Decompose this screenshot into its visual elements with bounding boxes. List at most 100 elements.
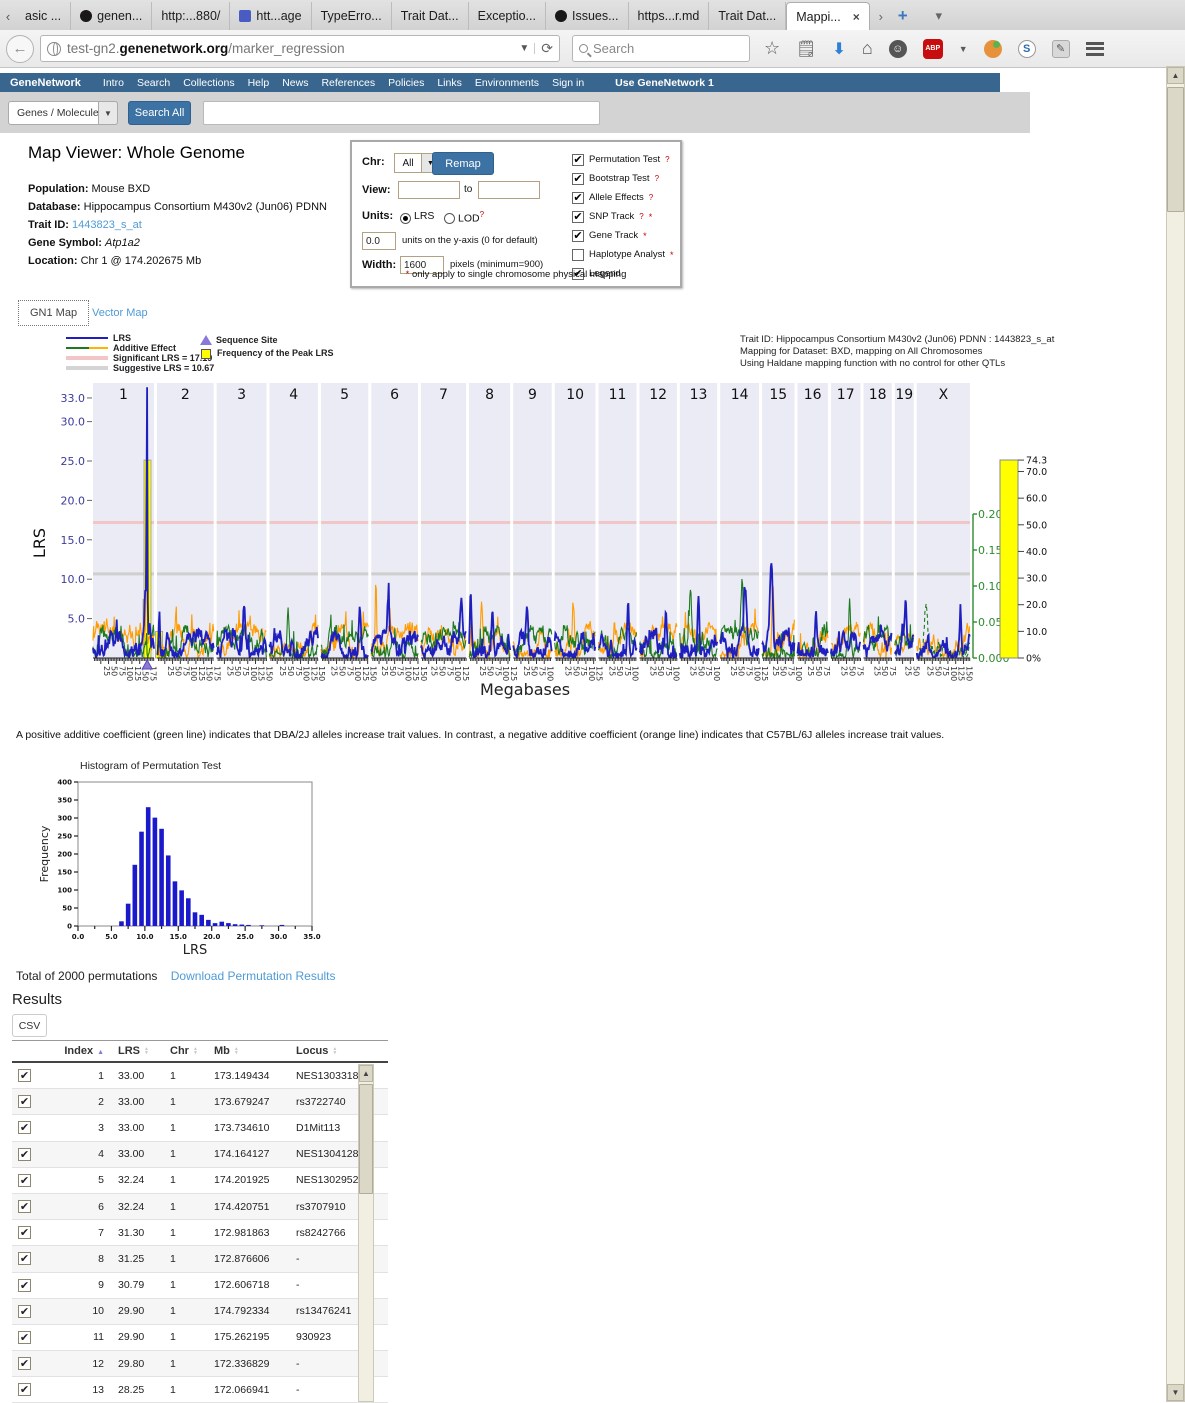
nav-item-intro[interactable]: Intro — [103, 77, 124, 89]
menu-icon[interactable] — [1086, 42, 1104, 56]
row-checkbox[interactable]: ✔ — [18, 1331, 31, 1344]
svg-text:LRS: LRS — [183, 943, 208, 958]
mapping-option-haplotype-analyst[interactable]: Haplotype Analyst* — [572, 245, 674, 264]
window-scroll-up-icon[interactable]: ▲ — [1167, 67, 1184, 84]
checkbox-icon[interactable]: ✔ — [572, 230, 584, 242]
tab-close-icon[interactable]: × — [853, 10, 860, 24]
row-checkbox[interactable]: ✔ — [18, 1069, 31, 1082]
back-button[interactable]: ← — [6, 35, 34, 63]
browser-tab[interactable]: https...r.md — [629, 2, 710, 30]
column-header-lrs[interactable]: LRS▲▼ — [104, 1045, 162, 1057]
checkbox-icon[interactable]: ✔ — [572, 192, 584, 204]
window-scrollbar[interactable]: ▲ ▼ — [1166, 66, 1185, 1402]
browser-tab[interactable]: Issues... — [546, 2, 629, 30]
y-units-input[interactable]: 0.0 — [362, 232, 396, 250]
addon-s-icon[interactable]: S — [1018, 40, 1036, 58]
remap-button[interactable]: Remap — [432, 152, 494, 175]
checkbox-icon[interactable] — [572, 249, 584, 261]
mapping-option-snp-track[interactable]: ✔SNP Track?* — [572, 207, 674, 226]
table-scroll-up-icon[interactable]: ▲ — [359, 1065, 373, 1082]
reload-icon[interactable]: ⟳ — [535, 40, 553, 57]
cell: 5 — [52, 1174, 104, 1186]
genome-scan-chart[interactable]: 5.010.015.020.025.030.033.0LRS1255075100… — [25, 373, 1085, 708]
row-checkbox[interactable]: ✔ — [18, 1174, 31, 1187]
browser-tab[interactable]: asic ... — [16, 2, 71, 30]
site-search-input[interactable] — [203, 101, 600, 125]
window-scrollbar-thumb[interactable] — [1167, 87, 1184, 212]
view-start-input[interactable] — [398, 181, 460, 199]
trait-id-link[interactable]: 1443823_s_at — [72, 219, 142, 231]
row-checkbox[interactable]: ✔ — [18, 1095, 31, 1108]
site-identity-icon[interactable] — [47, 42, 61, 56]
view-end-input[interactable] — [478, 181, 540, 199]
units-lod-radio[interactable]: LOD? — [444, 210, 484, 225]
table-scrollbar[interactable]: ▲ — [358, 1064, 374, 1402]
window-scroll-down-icon[interactable]: ▼ — [1167, 1384, 1184, 1401]
bookmarks-menu-icon[interactable]: 🗒 — [796, 39, 816, 59]
row-checkbox[interactable]: ✔ — [18, 1279, 31, 1292]
column-header-index[interactable]: Index▲ — [52, 1045, 104, 1057]
checkbox-icon[interactable]: ✔ — [572, 211, 584, 223]
nav-item-search[interactable]: Search — [137, 77, 170, 89]
checkbox-icon[interactable]: ✔ — [572, 154, 584, 166]
mapping-option-bootstrap-test[interactable]: ✔Bootstrap Test? — [572, 169, 674, 188]
tab-scroll-left-icon[interactable]: ‹ — [0, 2, 16, 30]
row-checkbox[interactable]: ✔ — [18, 1121, 31, 1134]
edit-addon-icon[interactable]: ✎ — [1052, 40, 1070, 58]
svg-text:10.0: 10.0 — [61, 573, 86, 586]
browser-tab[interactable]: Exceptio... — [469, 2, 546, 30]
tab-vector-map[interactable]: Vector Map — [92, 307, 148, 319]
list-all-tabs-icon[interactable]: ▾ — [928, 2, 950, 30]
browser-tab[interactable]: Trait Dat... — [709, 2, 786, 30]
row-checkbox[interactable]: ✔ — [18, 1200, 31, 1213]
url-dropdown-icon[interactable]: ▼ — [514, 43, 535, 54]
home-icon[interactable]: ⌂ — [862, 38, 873, 59]
tab-scroll-right-icon[interactable]: › — [870, 2, 892, 30]
downloads-icon[interactable]: ⬇ — [832, 39, 845, 59]
column-header-locus[interactable]: Locus▲▼ — [296, 1045, 372, 1057]
adblock-caret-icon[interactable]: ▼ — [959, 44, 968, 54]
row-checkbox[interactable]: ✔ — [18, 1383, 31, 1396]
row-checkbox[interactable]: ✔ — [18, 1252, 31, 1265]
checkbox-icon[interactable]: ✔ — [572, 173, 584, 185]
search-all-button[interactable]: Search All — [128, 101, 191, 125]
browser-tab[interactable]: Mappi...× — [786, 2, 869, 30]
search-category-caret-icon[interactable]: ▼ — [98, 101, 118, 125]
addon-orange-icon[interactable] — [984, 40, 1002, 58]
tab-gn1-map[interactable]: GN1 Map — [18, 300, 89, 326]
nav-item-collections[interactable]: Collections — [183, 77, 234, 89]
units-lrs-radio[interactable]: LRS — [400, 210, 434, 224]
nav-item-environments[interactable]: Environments — [475, 77, 539, 89]
nav-item-policies[interactable]: Policies — [388, 77, 424, 89]
column-header-chr[interactable]: Chr▲▼ — [162, 1045, 206, 1057]
nav-item-news[interactable]: News — [282, 77, 308, 89]
new-tab-button[interactable]: + — [892, 2, 914, 30]
table-scrollbar-thumb[interactable] — [359, 1084, 373, 1194]
csv-button[interactable]: CSV — [12, 1014, 47, 1037]
nav-item-references[interactable]: References — [321, 77, 375, 89]
browser-tab[interactable]: Trait Dat... — [392, 2, 469, 30]
browser-tab[interactable]: TypeErro... — [312, 2, 392, 30]
mapping-option-allele-effects[interactable]: ✔Allele Effects? — [572, 188, 674, 207]
browser-search-input[interactable]: Search — [572, 35, 750, 62]
browser-tab[interactable]: genen... — [71, 2, 152, 30]
browser-tab[interactable]: htt...age — [230, 2, 311, 30]
mapping-option-gene-track[interactable]: ✔Gene Track* — [572, 226, 674, 245]
row-checkbox[interactable]: ✔ — [18, 1226, 31, 1239]
nav-item-sign-in[interactable]: Sign in — [552, 77, 584, 89]
row-checkbox[interactable]: ✔ — [18, 1148, 31, 1161]
nav-use-genenetwork1[interactable]: Use GeneNetwork 1 — [615, 77, 714, 89]
adblock-plus-icon[interactable]: ABP — [923, 39, 943, 59]
chat-addon-icon[interactable]: ☺ — [889, 40, 907, 58]
row-checkbox[interactable]: ✔ — [18, 1305, 31, 1318]
browser-tab[interactable]: http:...880/ — [152, 2, 230, 30]
genenetwork-brand[interactable]: GeneNetwork — [10, 77, 81, 89]
url-bar[interactable]: test-gn2.genenetwork.org/marker_regressi… — [40, 35, 560, 62]
nav-item-links[interactable]: Links — [437, 77, 462, 89]
mapping-option-permutation-test[interactable]: ✔Permutation Test? — [572, 150, 674, 169]
bookmark-star-icon[interactable]: ☆ — [764, 38, 780, 59]
download-permutation-link[interactable]: Download Permutation Results — [171, 969, 336, 983]
nav-item-help[interactable]: Help — [248, 77, 270, 89]
column-header-mb[interactable]: Mb▲▼ — [206, 1045, 296, 1057]
row-checkbox[interactable]: ✔ — [18, 1357, 31, 1370]
